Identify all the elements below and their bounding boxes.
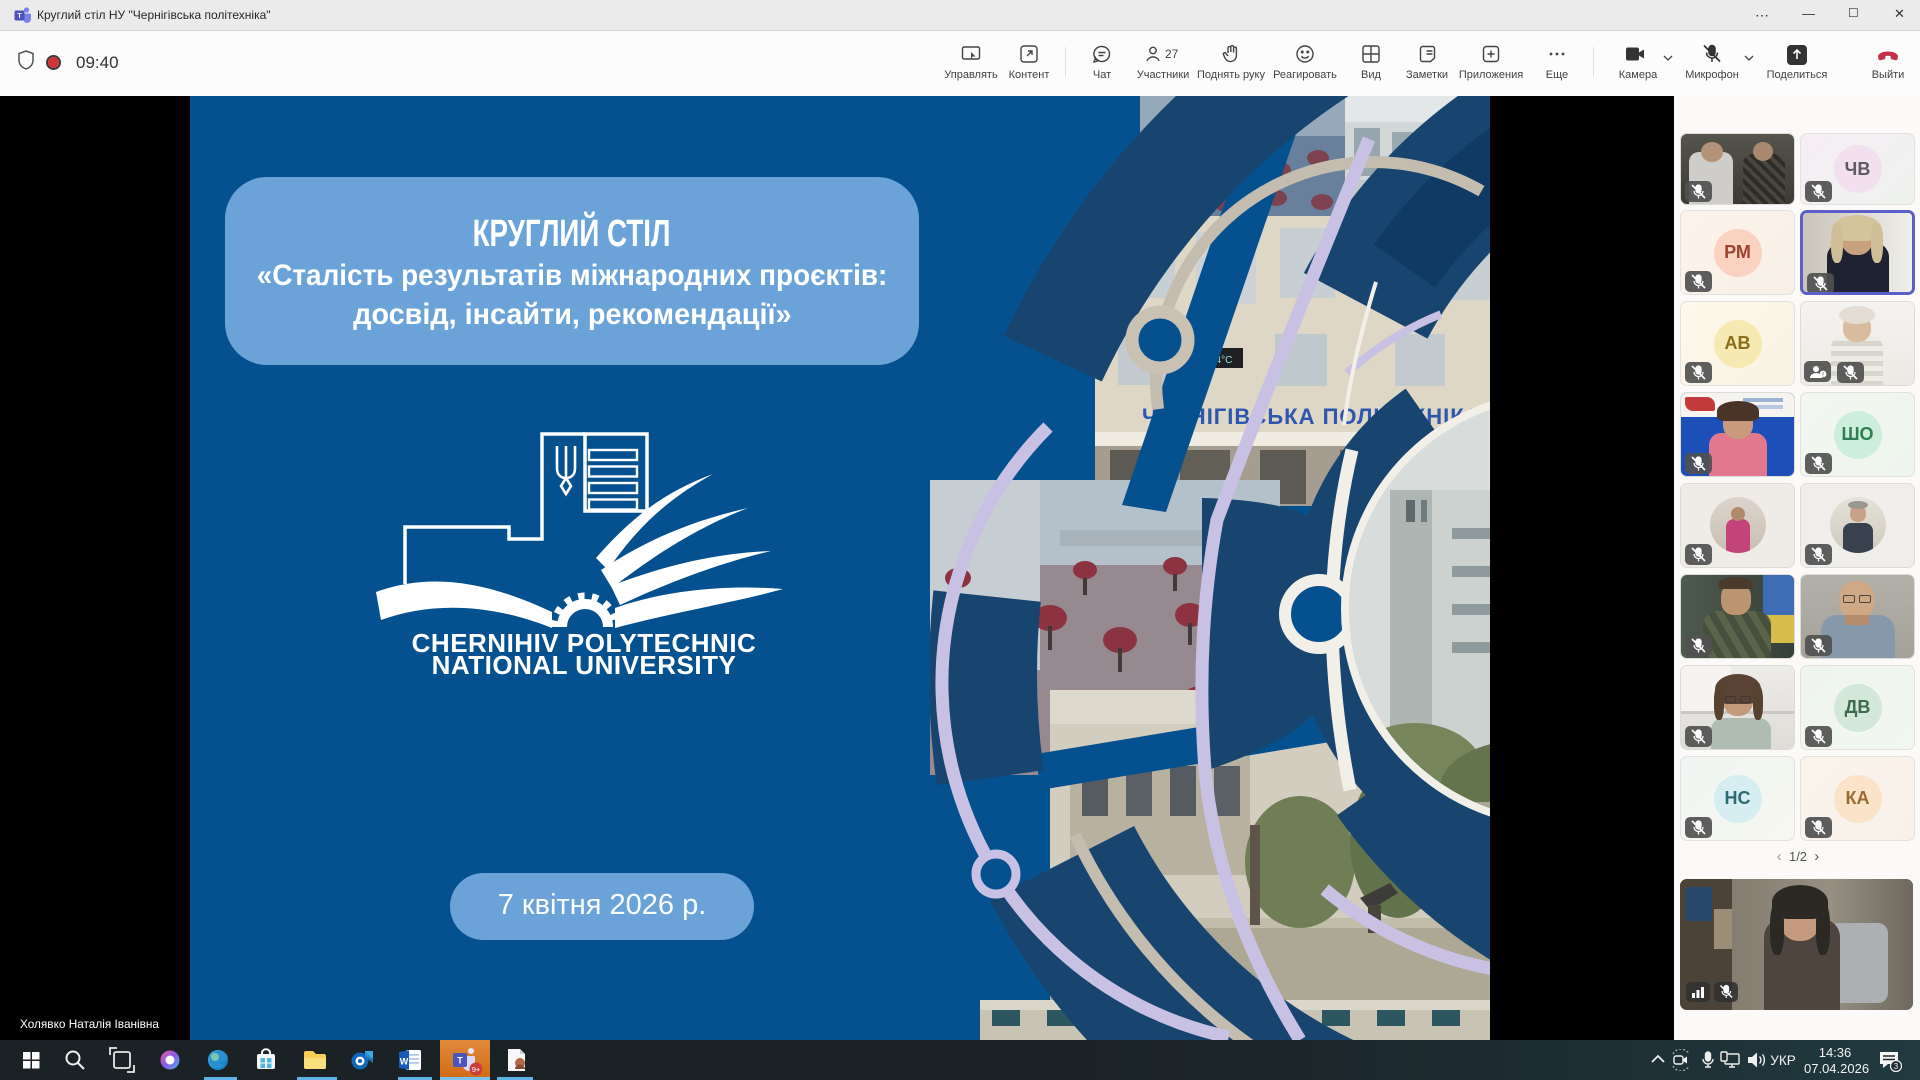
svg-text:!: ! (1822, 372, 1824, 379)
svg-text:27: 27 (1165, 47, 1179, 61)
svg-text:3: 3 (1894, 1062, 1899, 1071)
svg-text:W: W (400, 1057, 409, 1067)
svg-text:T: T (457, 1056, 463, 1066)
svg-text:T: T (17, 13, 22, 20)
svg-text:9+: 9+ (472, 1065, 481, 1074)
